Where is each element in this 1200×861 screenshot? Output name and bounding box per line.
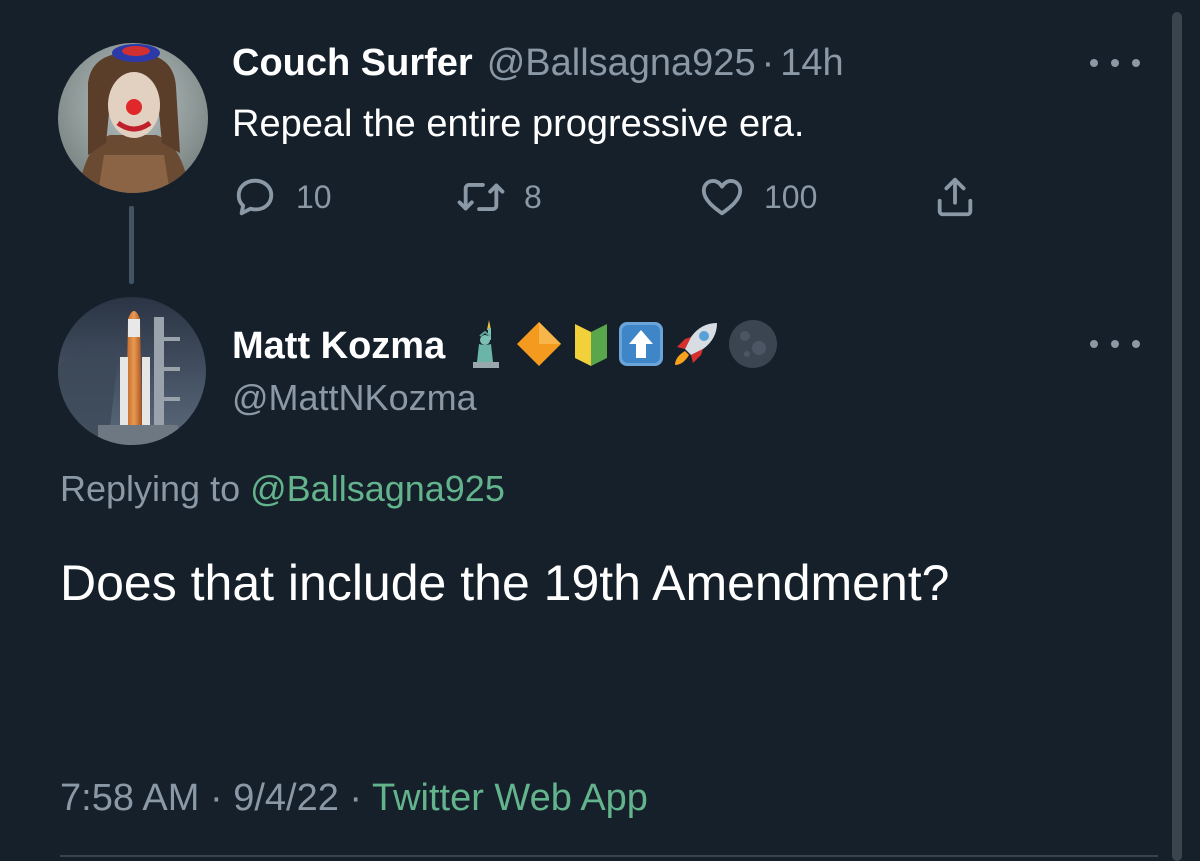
replying-prefix: Replying to — [60, 468, 241, 509]
like-button[interactable]: 100 — [698, 174, 817, 220]
reply-display-name[interactable]: Matt Kozma — [232, 325, 445, 368]
reply-count: 10 — [296, 178, 332, 215]
parent-display-name[interactable]: Couch Surfer — [232, 40, 473, 86]
reply-button[interactable]: 10 — [232, 174, 332, 220]
more-icon[interactable] — [1090, 53, 1140, 73]
new-moon-icon — [727, 318, 779, 375]
parent-action-bar: 10 8 100 — [232, 174, 992, 220]
tweet-time[interactable]: 7:58 AM — [60, 777, 199, 819]
reply-handle[interactable]: @MattNKozma — [232, 376, 477, 420]
tweet-source-link[interactable]: Twitter Web App — [372, 777, 648, 819]
meta-separator: · — [349, 777, 363, 819]
parent-tweet-header: Couch Surfer @Ballsagna925 · 14h — [232, 40, 844, 86]
beginner-badge-icon — [571, 318, 611, 375]
retweet-icon — [456, 174, 506, 220]
like-icon — [698, 174, 746, 220]
like-count: 100 — [764, 178, 818, 215]
orange-diamond-icon — [513, 318, 565, 375]
rocket-icon — [671, 319, 721, 374]
up-arrow-icon — [617, 320, 665, 373]
retweet-count: 8 — [524, 178, 542, 215]
meta-separator: · — [209, 777, 223, 819]
reply-icon — [232, 174, 278, 220]
avatar-couch-surfer[interactable] — [58, 43, 208, 193]
share-icon — [932, 174, 978, 220]
statue-of-liberty-icon — [467, 318, 507, 375]
more-icon[interactable] — [1090, 334, 1140, 354]
replying-to-line: Replying to @Ballsagna925 — [60, 466, 505, 512]
header-separator: · — [761, 42, 775, 84]
divider — [60, 855, 1158, 857]
share-button[interactable] — [932, 174, 978, 220]
tweet-thread-view: Couch Surfer @Ballsagna925 · 14h Repeal … — [0, 0, 1200, 861]
reply-tweet-text: Does that include the 19th Amendment? — [60, 555, 950, 611]
reply-name-row: Matt Kozma — [232, 318, 785, 374]
parent-handle[interactable]: @Ballsagna925 — [487, 40, 756, 86]
parent-tweet-text: Repeal the entire progressive era. — [232, 103, 805, 145]
tweet-metadata: 7:58 AM · 9/4/22 · Twitter Web App — [60, 774, 648, 822]
replying-mention-link[interactable]: @Ballsagna925 — [250, 468, 505, 509]
thread-connector-line — [129, 206, 134, 284]
parent-timestamp[interactable]: 14h — [780, 40, 843, 86]
scrollbar[interactable] — [1172, 12, 1182, 861]
tweet-date[interactable]: 9/4/22 — [233, 777, 339, 819]
retweet-button[interactable]: 8 — [456, 174, 542, 220]
avatar-matt-kozma[interactable] — [58, 297, 206, 445]
